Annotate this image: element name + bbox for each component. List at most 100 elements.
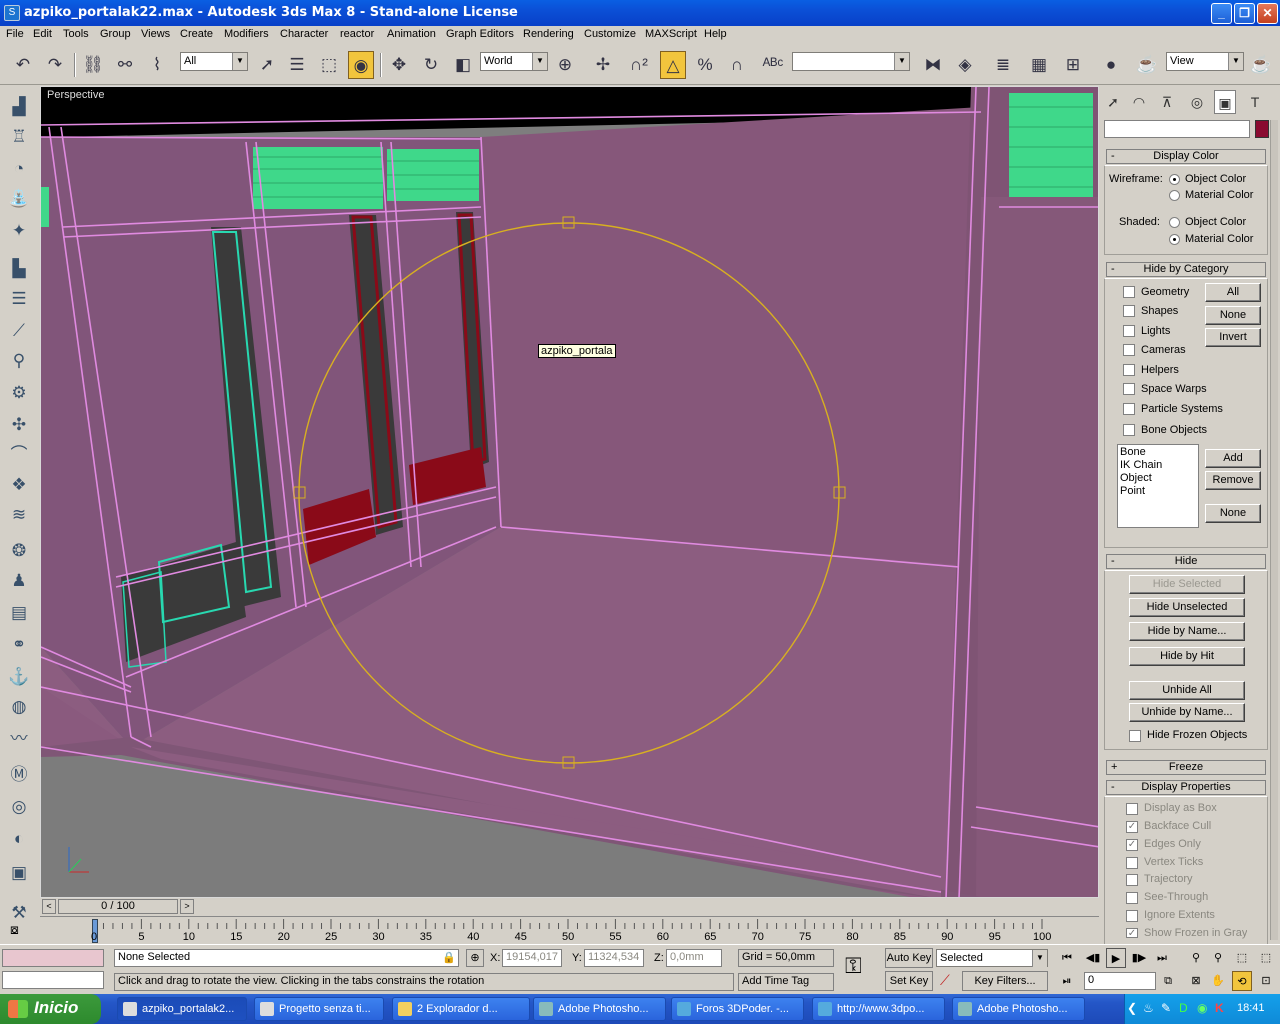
previous-frame-arrow-icon[interactable]: < bbox=[42, 899, 56, 914]
wireframe-object-color-radio[interactable] bbox=[1169, 174, 1180, 185]
helpers-tab-icon[interactable]: ☰ bbox=[6, 286, 32, 312]
all-button[interactable]: All bbox=[1205, 283, 1261, 302]
mirror-icon[interactable]: ⧓ bbox=[920, 51, 946, 79]
hide-by-name-button[interactable]: Hide by Name... bbox=[1129, 622, 1245, 641]
go-to-start-icon[interactable]: ⏮ bbox=[1057, 948, 1077, 968]
key-filters-button[interactable]: Key Filters... bbox=[962, 971, 1048, 991]
link-tab-icon[interactable]: ⚭ bbox=[6, 632, 32, 658]
edges-only-checkbox[interactable]: ✓ bbox=[1126, 839, 1138, 851]
start-button[interactable]: Inicio bbox=[0, 994, 101, 1024]
tray-app-icon[interactable]: ◉ bbox=[1197, 1001, 1207, 1015]
next-frame-arrow-icon[interactable]: > bbox=[180, 899, 194, 914]
sphere-tab-icon[interactable]: ❂ bbox=[6, 538, 32, 564]
notes-tab-icon[interactable]: ▣ bbox=[6, 860, 32, 886]
redo-icon[interactable]: ↷ bbox=[42, 51, 68, 79]
key-icon[interactable]: ⚿ bbox=[845, 955, 862, 977]
object-name-field[interactable] bbox=[1104, 120, 1250, 138]
bone-objects-checkbox[interactable] bbox=[1123, 424, 1135, 436]
box-tab-icon[interactable]: ▤ bbox=[6, 600, 32, 626]
cameras-checkbox[interactable] bbox=[1123, 344, 1135, 356]
scene-render[interactable] bbox=[41, 87, 1099, 898]
shaded-object-color-radio[interactable] bbox=[1169, 217, 1180, 228]
category-list[interactable]: Bone IK Chain Object Point bbox=[1117, 444, 1199, 528]
select-and-link-icon[interactable]: ⛓ bbox=[80, 51, 106, 79]
maxscript-output-mini[interactable] bbox=[2, 971, 104, 989]
tray-app-icon[interactable]: D bbox=[1179, 1001, 1188, 1015]
fold-tab-icon[interactable]: ❖ bbox=[6, 472, 32, 498]
edit-named-selection-icon[interactable]: ᴬᴮᶜ bbox=[760, 51, 786, 79]
create-tab-icon[interactable]: ➚ bbox=[1102, 90, 1124, 114]
shaded-material-color-label[interactable]: Material Color bbox=[1185, 233, 1253, 245]
wireframe-material-color-label[interactable]: Material Color bbox=[1185, 189, 1253, 201]
absolute-mode-icon[interactable]: ⊕ bbox=[466, 949, 484, 967]
dynamics-tab-icon[interactable]: ◍ bbox=[6, 694, 32, 720]
motion-tab-icon[interactable]: ◎ bbox=[1186, 90, 1208, 114]
add-time-tag-field[interactable]: Add Time Tag bbox=[738, 973, 834, 991]
percent-snap-icon[interactable]: % bbox=[692, 51, 718, 79]
y-coordinate-field[interactable]: 11324,534 bbox=[584, 949, 644, 967]
show-frozen-in-gray-checkbox[interactable]: ✓ bbox=[1126, 928, 1138, 938]
panel-scrollbar[interactable] bbox=[1270, 120, 1278, 940]
hide-rollout-header[interactable]: - Hide bbox=[1106, 554, 1266, 569]
list-none-button[interactable]: None bbox=[1205, 504, 1261, 523]
tray-expand-icon[interactable]: ❮ bbox=[1127, 1001, 1137, 1015]
menu-rendering[interactable]: Rendering bbox=[523, 28, 574, 40]
snap-toggle-icon[interactable]: ∩² bbox=[626, 51, 652, 79]
none-button[interactable]: None bbox=[1205, 306, 1261, 325]
zoom-extents-icon[interactable]: ⬚ bbox=[1232, 948, 1252, 968]
unhide-by-name-button[interactable]: Unhide by Name... bbox=[1129, 703, 1245, 722]
time-configuration-icon[interactable]: ⧉ bbox=[1158, 971, 1178, 991]
taskbar-item-explorer[interactable]: 2 Explorador d... bbox=[392, 997, 530, 1021]
x-coordinate-field[interactable]: 19154,017 bbox=[502, 949, 562, 967]
quick-render-icon[interactable]: ☕ bbox=[1248, 51, 1274, 79]
taskbar-item-3dsmax[interactable]: azpiko_portalak2... bbox=[117, 997, 247, 1021]
viewport-label[interactable]: Perspective bbox=[47, 89, 104, 101]
select-and-scale-icon[interactable]: ◧ bbox=[450, 51, 476, 79]
wireframe-material-color-radio[interactable] bbox=[1169, 190, 1180, 201]
schematic-view-icon[interactable]: ⊞ bbox=[1060, 51, 1086, 79]
hide-frozen-checkbox[interactable] bbox=[1129, 730, 1141, 742]
zoom-all-icon[interactable]: ⚲ bbox=[1208, 948, 1228, 968]
unlink-icon[interactable]: ⚯ bbox=[112, 51, 138, 79]
key-mode-toggle-icon[interactable]: ⏯ bbox=[1057, 971, 1077, 991]
menu-edit[interactable]: Edit bbox=[33, 28, 52, 40]
close-button[interactable]: ✕ bbox=[1257, 3, 1278, 24]
next-frame-icon[interactable]: ▮▶ bbox=[1129, 948, 1149, 968]
play-icon[interactable]: ▶ bbox=[1106, 948, 1126, 968]
angle-snap-icon[interactable]: △ bbox=[660, 51, 686, 79]
add-button[interactable]: Add bbox=[1205, 449, 1261, 468]
current-frame-field[interactable]: 0 bbox=[1084, 972, 1156, 990]
pan-icon[interactable]: ✋ bbox=[1208, 971, 1228, 991]
taskbar-item-progetto[interactable]: Progetto senza ti... bbox=[254, 997, 384, 1021]
lights-checkbox[interactable] bbox=[1123, 325, 1135, 337]
hide-by-category-rollout-header[interactable]: - Hide by Category bbox=[1106, 262, 1266, 277]
render-scene-icon[interactable]: ☕ bbox=[1134, 51, 1160, 79]
cameras-tab-icon[interactable]: ▙ bbox=[6, 256, 32, 282]
undo-icon[interactable]: ↶ bbox=[10, 51, 36, 79]
display-tab-icon[interactable]: ▣ bbox=[1214, 90, 1236, 114]
modify-tab-icon[interactable]: ◠ bbox=[1128, 90, 1150, 114]
maximize-button[interactable]: ❐ bbox=[1234, 3, 1255, 24]
menu-animation[interactable]: Animation bbox=[387, 28, 436, 40]
materials-tab-icon[interactable]: Ⓜ bbox=[6, 762, 32, 788]
particles-tab-icon[interactable]: ⛲ bbox=[6, 186, 32, 212]
select-by-name-icon[interactable]: ☰ bbox=[284, 51, 310, 79]
menu-customize[interactable]: Customize bbox=[584, 28, 636, 40]
named-selection-set-dropdown[interactable]: ▼ bbox=[792, 52, 910, 71]
key-mode-dropdown[interactable]: Selected ▼ bbox=[936, 949, 1048, 967]
align-icon[interactable]: ◈ bbox=[952, 51, 978, 79]
z-coordinate-field[interactable]: 0,0mm bbox=[666, 949, 722, 967]
bind-space-warp-icon[interactable]: ⌇ bbox=[144, 51, 170, 79]
perspective-viewport[interactable]: Perspective azpiko_portala bbox=[40, 86, 1099, 898]
see-through-checkbox[interactable] bbox=[1126, 892, 1138, 904]
minimize-button[interactable]: _ bbox=[1211, 3, 1232, 24]
trajectory-checkbox[interactable] bbox=[1126, 874, 1138, 886]
bend-tab-icon[interactable]: ⌒ bbox=[6, 442, 32, 468]
spinner-snap-icon[interactable]: ∩ bbox=[724, 51, 750, 79]
utilities-tab-icon[interactable]: T bbox=[1244, 90, 1266, 114]
menu-maxscript[interactable]: MAXScript bbox=[645, 28, 697, 40]
menu-file[interactable]: File bbox=[6, 28, 24, 40]
maxscript-listener-mini[interactable] bbox=[2, 949, 104, 967]
list-item[interactable]: Bone bbox=[1120, 446, 1196, 459]
window-crossing-icon[interactable]: ◉ bbox=[348, 51, 374, 79]
